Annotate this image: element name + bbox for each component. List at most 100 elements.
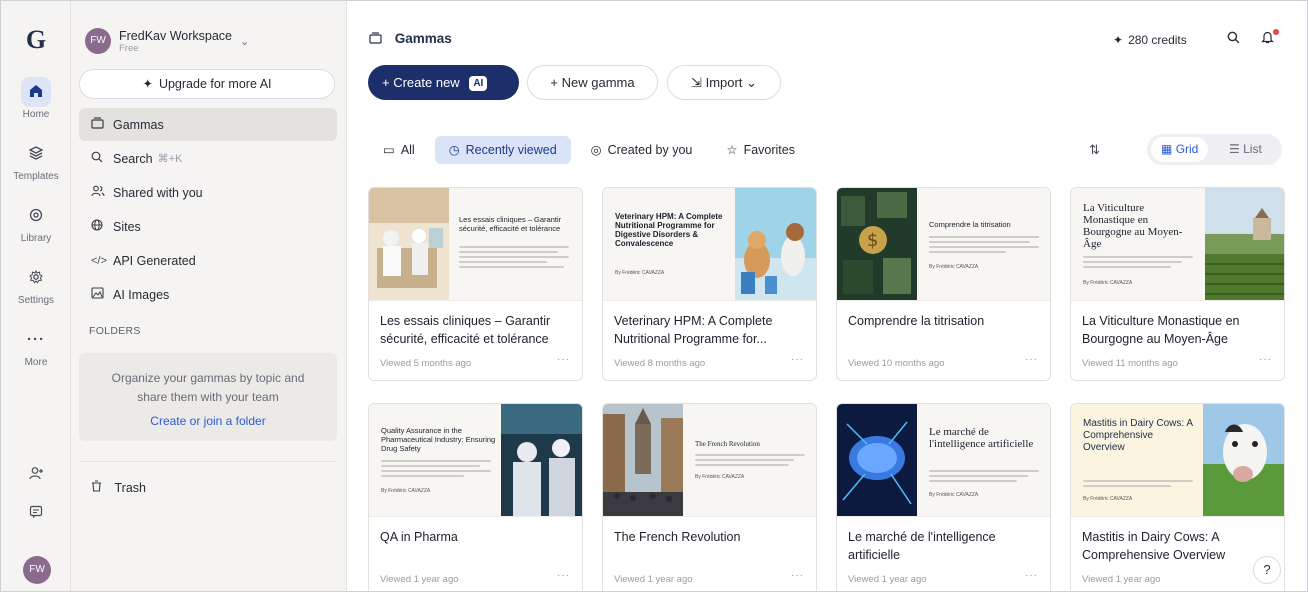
new-gamma-button[interactable]: + New gamma [527,65,658,100]
rail-home[interactable]: Home [1,77,71,120]
home-icon [21,77,51,107]
gamma-card[interactable]: Le marché de l'intelligence artificielle… [836,403,1051,591]
help-button[interactable]: ? [1253,556,1281,584]
credits-button[interactable]: ✦ 280 credits [1113,33,1187,47]
gamma-card[interactable]: Quality Assurance in the Pharmaceutical … [368,403,583,591]
cow-photo [1203,404,1284,516]
more-options-icon[interactable]: ··· [1025,354,1038,365]
gamma-logo[interactable]: G [23,25,49,55]
thumb-title: Quality Assurance in the Pharmaceutical … [381,426,496,453]
filter-favorites[interactable]: ☆ Favorites [712,136,809,164]
import-label: Import [705,75,743,90]
more-options-icon[interactable]: ··· [791,354,804,365]
thumb-author: By Frédéric CAVAZZA [929,264,979,270]
rail-feedback[interactable] [1,498,71,528]
gammas-icon [369,31,386,46]
thumb-body-lines [1083,256,1193,271]
filter-favorites-label: Favorites [743,143,795,157]
folders-empty-state: Organize your gammas by topic and share … [79,353,337,441]
card-meta: Viewed 8 months ago [614,358,706,369]
filter-all-label: All [400,143,415,157]
rail-more-label: More [24,357,48,368]
gamma-card[interactable]: $ Comprendre la titrisation By Frédéric … [836,187,1051,381]
templates-icon [21,139,51,169]
more-options-icon[interactable]: ··· [1259,354,1272,365]
more-options-icon[interactable]: ··· [1025,570,1038,581]
more-options-icon[interactable]: ··· [791,570,804,581]
rail-templates[interactable]: Templates [1,139,71,182]
new-gamma-label: New gamma [561,75,635,90]
sidebar-item-ai-images[interactable]: AI Images [79,278,337,311]
more-options-icon[interactable]: ··· [557,354,570,365]
gamma-card[interactable]: Les essais cliniques – Garantir sécurité… [368,187,583,381]
filter-recent-label: Recently viewed [465,143,557,157]
card-thumbnail: $ Comprendre la titrisation By Frédéric … [837,188,1050,301]
card-title: La Viticulture Monastique en Bourgogne a… [1082,314,1240,346]
rail-invite[interactable] [1,459,71,489]
grid-view-button[interactable]: ▦ Grid [1151,137,1209,162]
card-thumbnail: Quality Assurance in the Pharmaceutical … [369,404,582,517]
rail-templates-label: Templates [13,171,59,182]
gammas-icon [91,117,113,132]
filter-recently-viewed[interactable]: ◷ Recently viewed [434,136,571,164]
rail-home-label: Home [22,109,50,120]
rail-library[interactable]: Library [1,201,71,244]
folders-description: Organize your gammas by topic and share … [111,371,305,404]
thumb-body-lines [695,454,805,469]
thumb-title: Le marché de l'intelligence artificielle [929,426,1034,450]
pharma-lab-photo [501,404,582,516]
sidebar-item-gammas[interactable]: Gammas [79,108,337,141]
import-button[interactable]: ⇲ Import ⌄ [667,65,781,100]
import-icon: ⇲ [691,75,702,90]
rail-more[interactable]: ··· More [1,325,71,368]
more-options-icon[interactable]: ··· [557,570,570,581]
rail-library-label: Library [20,233,52,244]
chevron-down-icon: ⌄ [746,75,757,90]
card-title: Les essais cliniques – Garantir sécurité… [380,314,551,346]
chevron-down-icon: ⌄ [240,35,250,48]
notifications-button[interactable] [1261,30,1274,47]
user-avatar[interactable]: FW [23,556,51,584]
rail-settings[interactable]: Settings [1,263,71,306]
workspace-switcher[interactable]: FW FredKav Workspace Free ⌄ [85,25,249,57]
card-meta: Viewed 1 year ago [848,574,927,585]
thumb-title: Les essais cliniques – Garantir sécurité… [459,215,562,233]
thumb-author: By Frédéric CAVAZZA [1083,496,1133,502]
app-window: G Home Templates Library Settings ··· Mo… [0,0,1308,592]
filter-created-by-you[interactable]: ◎ Created by you [577,136,707,164]
rail-settings-label: Settings [17,295,55,306]
dogs-photo [735,188,816,300]
filter-all[interactable]: ▭ All [369,136,429,164]
search-icon [1227,31,1240,44]
gamma-card[interactable]: Veterinary HPM: A Complete Nutritional P… [602,187,817,381]
search-button[interactable] [1227,31,1240,47]
list-view-button[interactable]: ☰ List [1219,137,1272,162]
page-title: Gammas [369,31,452,46]
sort-icon[interactable]: ⇅ [1089,142,1100,158]
trash-icon [91,480,105,495]
sidebar-item-search[interactable]: Search ⌘+K [79,142,337,175]
sparkle-icon: ✦ [142,77,153,91]
create-new-button[interactable]: + Create new AI [368,65,519,100]
card-meta: Viewed 5 months ago [380,358,472,369]
thumb-title: The French Revolution [695,440,760,448]
upgrade-button[interactable]: ✦ Upgrade for more AI [79,69,335,99]
gamma-card[interactable]: The French Revolution By Frédéric CAVAZZ… [602,403,817,591]
trash-label: Trash [114,481,146,495]
thumb-author: By Frédéric CAVAZZA [1083,280,1133,286]
sidebar-item-trash[interactable]: Trash [91,480,146,495]
sidebar-item-api-generated[interactable]: </> API Generated [79,244,337,277]
create-folder-link[interactable]: Create or join a folder [79,414,337,428]
plus-icon: + [382,75,390,90]
sidebar-item-sites[interactable]: Sites [79,210,337,243]
sidebar-item-shared[interactable]: Shared with you [79,176,337,209]
card-meta: Viewed 10 months ago [848,358,945,369]
card-thumbnail: The French Revolution By Frédéric CAVAZZ… [603,404,816,517]
card-thumbnail: La Viticulture Monastique en Bourgogne a… [1071,188,1284,301]
thumb-body-lines [929,470,1039,485]
gamma-card[interactable]: Mastitis in Dairy Cows: A Comprehensive … [1070,403,1285,591]
thumb-author: By Frédéric CAVAZZA [695,474,745,480]
upgrade-label: Upgrade for more AI [158,77,272,91]
notification-dot [1273,29,1279,35]
gamma-card[interactable]: La Viticulture Monastique en Bourgogne a… [1070,187,1285,381]
